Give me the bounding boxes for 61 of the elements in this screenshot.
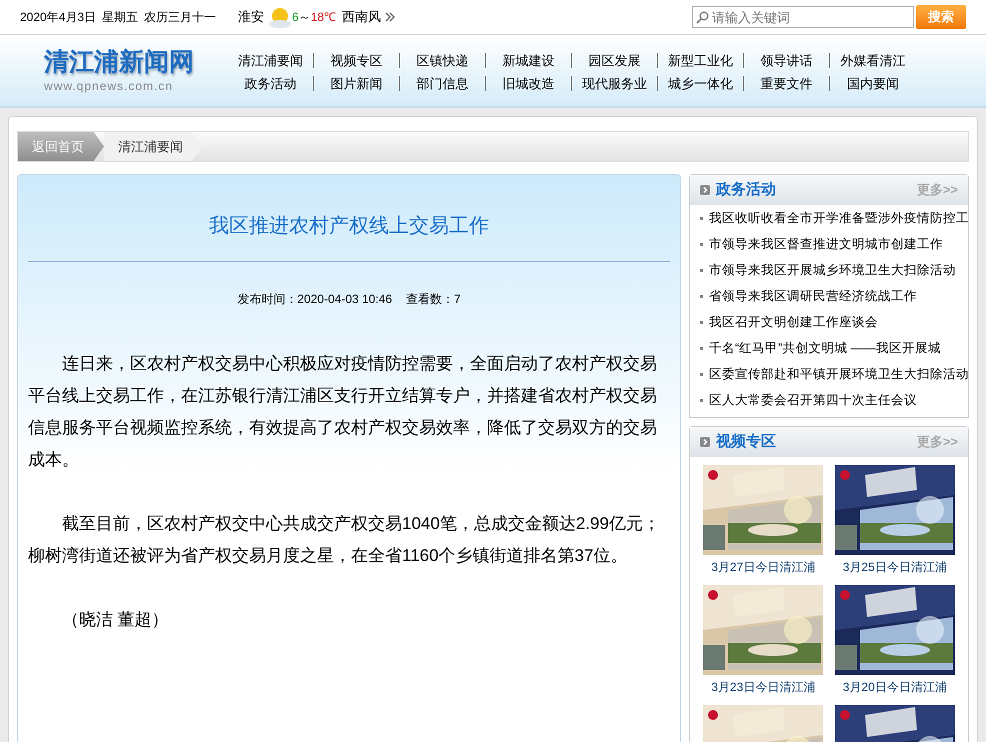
- news-link[interactable]: 市领导来我区督查推进文明城市创建工作: [709, 234, 943, 254]
- video-caption[interactable]: 3月27日今日清江浦: [711, 555, 816, 579]
- nav-link[interactable]: 领导讲话: [760, 52, 812, 68]
- bullet-icon: [700, 294, 703, 298]
- article-paragraph: 连日来，区农村产权交易中心积极应对疫情防控需要，全面启动了农村产权交易平台线上交易工作，在江苏银行清江浦区支行开立结算专户，并搭建省农村产权交易信息服务平台视频监控系统，有效提高了农村产权交易效率，降低了交易双方的交易成本。: [28, 353, 658, 471]
- double-chevron-icon[interactable]: [385, 12, 396, 22]
- lunar-date: 农历三月十一: [144, 9, 216, 26]
- article-title: 我区推进农村产权线上交易工作: [28, 175, 670, 262]
- news-link[interactable]: 区人大常委会召开第四十次主任会议: [709, 390, 917, 410]
- bullet-icon: [700, 242, 703, 246]
- nav-link[interactable]: 清江浦要闻: [238, 52, 303, 68]
- video-caption[interactable]: 3月20日今日清江浦: [842, 675, 947, 699]
- nav-link[interactable]: 视频专区: [330, 52, 382, 68]
- article-paragraph: （晓洁 董超）: [61, 609, 170, 631]
- panel-title: 政务活动: [716, 180, 776, 200]
- video-caption[interactable]: 3月25日今日清江浦: [842, 555, 947, 579]
- site-logo[interactable]: 清江浦新闻网: [44, 47, 228, 77]
- bullet-icon: [700, 372, 703, 376]
- news-link[interactable]: 区委宣传部赴和平镇开展环境卫生大扫除活动: [709, 364, 969, 384]
- nav-link[interactable]: 旧城改造: [502, 76, 554, 90]
- news-link[interactable]: 省领导来我区调研民营经济统战工作: [709, 286, 917, 306]
- nav-link[interactable]: 现代服务业: [582, 76, 647, 90]
- view-count: 查看数：7: [406, 291, 461, 308]
- arrow-icon: [700, 437, 710, 447]
- panel-title: 视频专区: [716, 432, 776, 452]
- nav-link[interactable]: 城乡一体化: [668, 76, 733, 90]
- article-paragraph: 截至目前，区农村产权交中心共成交产权交易1040笔，总成交金额达2.99亿元；柳树湾街道还被评为省产权交易月度之星，在全省1160个乡镇街道排名第37位。: [28, 513, 661, 567]
- bullet-icon: [700, 346, 703, 350]
- nav-link[interactable]: 新型工业化: [668, 52, 733, 68]
- site-url: www.qpnews.com.cn: [44, 78, 174, 95]
- nav-link[interactable]: 部门信息: [416, 76, 468, 90]
- search-icon: [696, 11, 709, 24]
- news-link[interactable]: 我区召开文明创建工作座谈会: [709, 312, 878, 332]
- bullet-icon: [700, 268, 703, 272]
- nav-link[interactable]: 政务活动: [244, 76, 296, 90]
- arrow-icon: [700, 185, 710, 195]
- news-link[interactable]: 市领导来我区开展城乡环境卫生大扫除活动: [709, 260, 956, 280]
- breadcrumb-link[interactable]: 清江浦要闻: [104, 132, 203, 161]
- nav-link[interactable]: 国内要闻: [847, 76, 899, 90]
- weekday-text: 星期五: [102, 9, 138, 26]
- sun-cloud-icon: [268, 6, 292, 28]
- nav-link[interactable]: 新城建设: [502, 52, 554, 68]
- publish-time: 发布时间：2020-04-03 10:46: [237, 291, 392, 308]
- wind-text: 西南风: [342, 8, 382, 26]
- temperature-low: 6: [292, 9, 299, 26]
- date-text: 2020年4月3日: [20, 9, 96, 26]
- video-caption[interactable]: 3月23日今日清江浦: [711, 675, 816, 699]
- temperature-separator: ～: [298, 9, 311, 26]
- bullet-icon: [700, 398, 703, 402]
- news-link[interactable]: 千名“红马甲”共创文明城 ——我区开展城: [709, 338, 941, 358]
- nav-link[interactable]: 区镇快递: [416, 52, 468, 68]
- nav-link[interactable]: 重要文件: [760, 76, 812, 90]
- nav-link[interactable]: 图片新闻: [330, 76, 382, 90]
- temperature-high: 18℃: [310, 9, 336, 26]
- nav-link[interactable]: 园区发展: [588, 52, 640, 68]
- bullet-icon: [700, 320, 703, 324]
- city-name: 淮安: [238, 8, 264, 26]
- nav-link[interactable]: 外媒看清江: [840, 52, 906, 68]
- search-field[interactable]: 请输入关键词: [692, 6, 914, 28]
- news-link[interactable]: 我区收听收看全市开学准备暨涉外疫情防控工: [709, 208, 969, 228]
- bullet-icon: [700, 216, 703, 220]
